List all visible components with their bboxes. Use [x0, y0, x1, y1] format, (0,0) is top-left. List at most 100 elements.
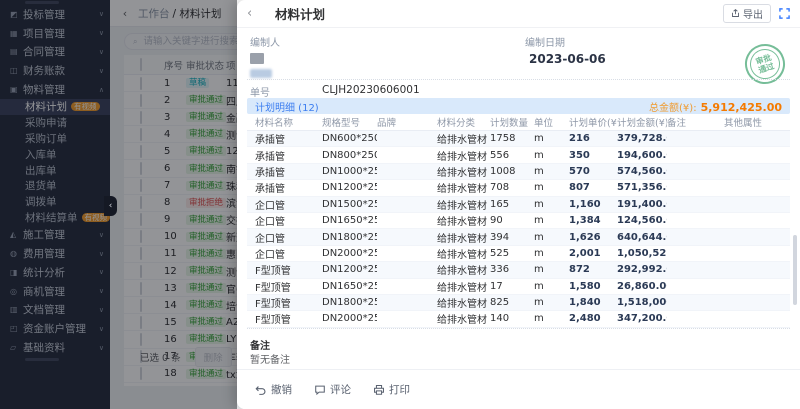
table-cell: 给排水管材	[437, 131, 490, 146]
table-cell: 给排水管材	[437, 230, 490, 245]
table-cell: 570	[569, 166, 617, 177]
table-cell: DN1200*2500	[322, 182, 377, 193]
table-cell: 194,600.00	[617, 150, 667, 161]
table-cell: 825	[490, 297, 534, 308]
table-cell: 承插管	[255, 164, 322, 179]
export-button[interactable]: 导出	[723, 4, 771, 23]
table-cell: DN1800*2500	[322, 232, 377, 243]
table-cell: 承插管	[255, 131, 322, 146]
total-amount-value: 5,912,425.00	[701, 101, 782, 114]
revoke-button[interactable]: 撤销	[255, 382, 292, 397]
table-cell: 379,728.00	[617, 133, 667, 144]
table-cell: 336	[490, 264, 534, 275]
table-cell: F型顶管	[255, 311, 322, 326]
drawer-backdrop[interactable]	[0, 0, 237, 409]
table-cell: m	[534, 264, 569, 275]
author-name-redacted	[250, 69, 272, 78]
table-cell: 2,001	[569, 248, 617, 259]
author-block: 编制人	[250, 34, 280, 78]
table-cell: 1,384	[569, 215, 617, 226]
table-cell: DN1200*2500	[322, 264, 377, 275]
table-cell: m	[534, 281, 569, 292]
table-row[interactable]: 承插管DN1200*2500给排水管材708m807571,356.00	[247, 180, 790, 196]
table-row[interactable]: 承插管DN1000*2500给排水管材1008m570574,560.00	[247, 164, 790, 180]
table-row[interactable]: 企口管DN2000*2500给排水管材525m2,0011,050,525.00	[247, 246, 790, 262]
comment-label: 评论	[330, 382, 351, 397]
remark-label: 备注	[250, 337, 270, 352]
printer-icon	[373, 384, 385, 396]
table-cell: 140	[490, 313, 534, 324]
table-cell: 708	[490, 182, 534, 193]
table-row[interactable]: F型顶管DN1200*2500给排水管材336m872292,992.00	[247, 262, 790, 278]
sidebar-collapse-handle[interactable]: ‹	[104, 196, 117, 216]
table-cell: 1,160	[569, 199, 617, 210]
table-cell: DN1800*2500	[322, 297, 377, 308]
table-row[interactable]: F型顶管DN1800*2500给排水管材825m1,8401,518,000.0…	[247, 295, 790, 311]
table-cell: 1,840	[569, 297, 617, 308]
table-cell: m	[534, 215, 569, 226]
table-cell: m	[534, 133, 569, 144]
table-cell: 165	[490, 199, 534, 210]
drawer-header: ‹ 材料计划 导出	[237, 0, 800, 28]
table-cell: 承插管	[255, 148, 322, 163]
plan-detail-title: 计划明细 (12)	[255, 99, 319, 114]
fullscreen-icon[interactable]	[779, 8, 790, 19]
table-cell: 807	[569, 182, 617, 193]
table-cell: 1758	[490, 133, 534, 144]
table-row[interactable]: 承插管DN600*2500 给排水管材1758m216379,728.00	[247, 131, 790, 147]
table-cell: 350	[569, 150, 617, 161]
table-cell: m	[534, 166, 569, 177]
order-no-value: CLJH20230606001	[322, 84, 420, 99]
table-row[interactable]: F型顶管DN2000*2500给排水管材140m2,480347,200.00	[247, 311, 790, 327]
table-row[interactable]: F型顶管DN1650*2500给排水管材17m1,58026,860.00	[247, 279, 790, 295]
revoke-label: 撤销	[271, 382, 292, 397]
table-col-header: 规格型号	[322, 115, 377, 129]
table-cell: 191,400.00	[617, 199, 667, 210]
table-row[interactable]: 企口管DN1800*2500给排水管材394m1,626640,644.00	[247, 229, 790, 245]
total-amount-label: 总金额(¥):	[649, 99, 697, 114]
table-col-header: 计划数量	[490, 115, 534, 129]
remark-value: 暂无备注	[250, 351, 290, 366]
table-cell: 90	[490, 215, 534, 226]
table-cell: 525	[490, 248, 534, 259]
table-col-header: 其他属性	[724, 115, 790, 129]
approval-stamp: 审批通过	[740, 39, 790, 89]
drawer-back-icon[interactable]: ‹	[247, 6, 267, 21]
table-col-header: 材料分类	[437, 115, 490, 129]
table-cell: m	[534, 297, 569, 308]
material-table: 材料名称规格型号品牌材料分类计划数量单位计划单价(¥)计划金额(¥)备注其他属性…	[247, 114, 790, 328]
print-label: 打印	[389, 382, 410, 397]
table-cell: m	[534, 232, 569, 243]
table-row[interactable]: 企口管DN1650*2500给排水管材90m1,384124,560.00	[247, 213, 790, 229]
table-cell: 640,644.00	[617, 232, 667, 243]
table-cell: 给排水管材	[437, 262, 490, 277]
table-cell: 556	[490, 150, 534, 161]
table-cell: 给排水管材	[437, 148, 490, 163]
stamp-text: 审批通过	[754, 52, 777, 75]
undo-icon	[255, 384, 267, 396]
table-cell: DN1650*2500	[322, 281, 377, 292]
table-cell: 企口管	[255, 246, 322, 261]
table-cell: DN600*2500	[322, 133, 377, 144]
table-cell: F型顶管	[255, 262, 322, 277]
table-cell: DN1650*2500	[322, 215, 377, 226]
table-cell: 347,200.00	[617, 313, 667, 324]
table-col-header: 单位	[534, 115, 569, 129]
table-cell: 给排水管材	[437, 246, 490, 261]
table-row[interactable]: 企口管DN1500*2500给排水管材165m1,160191,400.00	[247, 197, 790, 213]
drawer-title: 材料计划	[275, 4, 325, 23]
table-cell: 1,050,525.00	[617, 248, 667, 259]
table-cell: 216	[569, 133, 617, 144]
table-cell: 给排水管材	[437, 311, 490, 326]
table-cell: 给排水管材	[437, 180, 490, 195]
comment-button[interactable]: 评论	[314, 382, 351, 397]
scrollbar-thumb[interactable]	[793, 235, 797, 305]
table-cell: 17	[490, 281, 534, 292]
table-col-header: 计划单价(¥)	[569, 115, 617, 129]
export-icon	[731, 9, 740, 18]
table-row[interactable]: 承插管DN800*2500给排水管材556m350194,600.00	[247, 147, 790, 163]
table-cell: DN2000*2500	[322, 248, 377, 259]
table-cell: 292,992.00	[617, 264, 667, 275]
table-cell: m	[534, 313, 569, 324]
print-button[interactable]: 打印	[373, 382, 410, 397]
